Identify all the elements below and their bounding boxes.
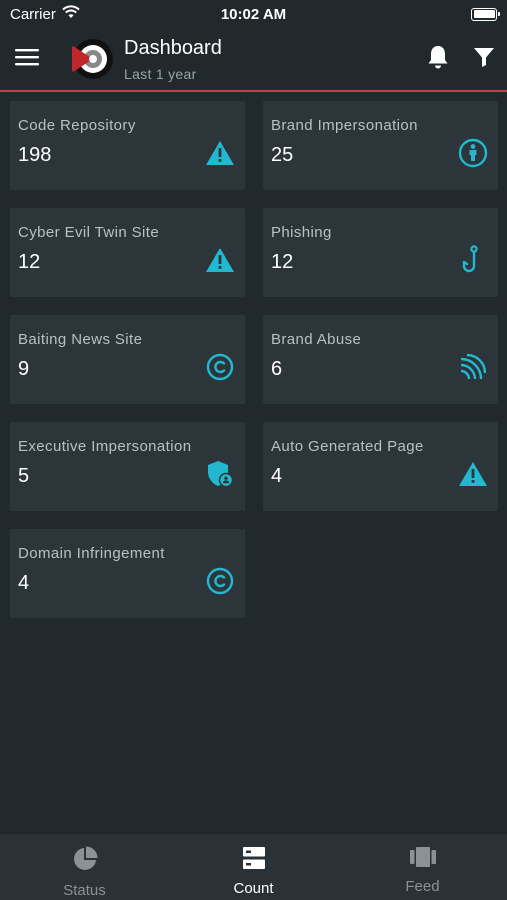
card-label: Domain Infringement (18, 545, 165, 562)
tab-label: Status (63, 882, 106, 899)
count-card[interactable]: Auto Generated Page 4 (263, 422, 498, 511)
server-icon (242, 846, 266, 875)
count-card[interactable]: Brand Impersonation 25 (263, 101, 498, 190)
title-block: Dashboard Last 1 year (124, 37, 222, 82)
person-info-icon (458, 138, 488, 168)
warning-icon (205, 245, 235, 275)
copyright-icon (205, 566, 235, 596)
tab-status[interactable]: Status (0, 834, 169, 900)
header-actions (415, 27, 507, 91)
status-left: Carrier (10, 5, 80, 23)
notifications-button[interactable] (415, 27, 461, 91)
card-label: Phishing (271, 224, 332, 241)
warning-icon (205, 138, 235, 168)
count-card[interactable]: Domain Infringement 4 (10, 529, 245, 618)
carrier-label: Carrier (10, 5, 56, 23)
bell-icon (427, 44, 449, 75)
shield-user-icon (205, 459, 235, 489)
count-card[interactable]: Brand Abuse 6 (263, 315, 498, 404)
status-bar: Carrier 10:02 AM (0, 0, 507, 28)
fishhook-icon (458, 245, 488, 275)
page-title: Dashboard (124, 36, 222, 59)
hamburger-icon (15, 48, 39, 71)
count-card[interactable]: Cyber Evil Twin Site 12 (10, 208, 245, 297)
count-card[interactable]: Baiting News Site 9 (10, 315, 245, 404)
copyright-icon (205, 352, 235, 382)
tab-count[interactable]: Count (169, 834, 338, 900)
pie-chart-icon (72, 846, 98, 877)
app-header: Dashboard Last 1 year (0, 28, 507, 92)
count-grid: Code Repository 198 Brand Impersonation … (10, 101, 498, 618)
app-logo (68, 38, 114, 80)
signal-waves-icon (458, 352, 488, 382)
filter-button[interactable] (461, 27, 507, 91)
tab-label: Feed (405, 878, 440, 895)
count-card[interactable]: Phishing 12 (263, 208, 498, 297)
card-label: Auto Generated Page (271, 438, 424, 455)
page-subtitle[interactable]: Last 1 year (124, 66, 222, 82)
count-card[interactable]: Code Repository 198 (10, 101, 245, 190)
feed-icon (409, 846, 437, 873)
wifi-icon (62, 5, 80, 23)
warning-icon (458, 459, 488, 489)
card-label: Brand Abuse (271, 331, 362, 348)
count-card[interactable]: Executive Impersonation 5 (10, 422, 245, 511)
tab-bar: Status Count Feed (0, 834, 507, 900)
card-label: Baiting News Site (18, 331, 143, 348)
card-label: Brand Impersonation (271, 117, 418, 134)
tab-label: Count (233, 880, 274, 897)
battery-icon (471, 7, 500, 21)
filter-icon (473, 46, 495, 73)
card-label: Code Repository (18, 117, 136, 134)
card-label: Executive Impersonation (18, 438, 192, 455)
menu-button[interactable] (0, 27, 54, 91)
tab-feed[interactable]: Feed (338, 834, 507, 900)
card-label: Cyber Evil Twin Site (18, 224, 160, 241)
